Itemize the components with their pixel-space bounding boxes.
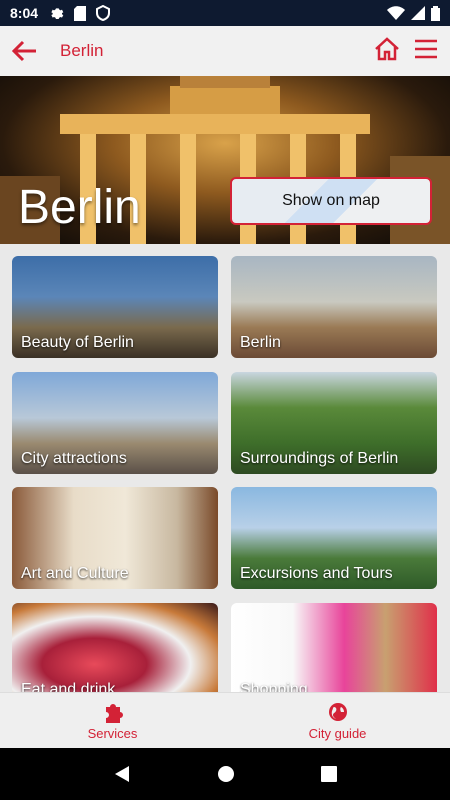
show-on-map-button[interactable]: Show on map xyxy=(230,177,432,225)
tile-label: Surroundings of Berlin xyxy=(240,450,399,467)
tile-label: Excursions and Tours xyxy=(240,565,393,582)
category-grid: Beauty of Berlin Berlin City attractions… xyxy=(12,256,438,692)
arrow-left-icon xyxy=(11,40,36,62)
tile-shopping[interactable]: Shopping xyxy=(231,603,437,692)
back-button[interactable] xyxy=(0,26,48,76)
battery-icon xyxy=(431,5,440,21)
tile-berlin[interactable]: Berlin xyxy=(231,256,437,358)
tile-label: Berlin xyxy=(240,334,281,351)
status-bar: 8:04 xyxy=(0,0,450,26)
tile-eat-and-drink[interactable]: Eat and drink xyxy=(12,603,218,692)
nav-city-guide[interactable]: City guide xyxy=(225,693,450,748)
show-on-map-label: Show on map xyxy=(282,192,380,209)
tile-beauty-of-berlin[interactable]: Beauty of Berlin xyxy=(12,256,218,358)
home-button[interactable] xyxy=(374,36,400,66)
tile-label: Shopping xyxy=(240,681,308,692)
nav-city-guide-label: City guide xyxy=(308,725,367,741)
menu-button[interactable] xyxy=(414,39,438,64)
tile-label: City attractions xyxy=(21,450,127,467)
signal-icon xyxy=(411,6,425,20)
home-icon xyxy=(375,36,399,60)
bottom-navigation: Services City guide xyxy=(0,692,450,748)
tile-surroundings-of-berlin[interactable]: Surroundings of Berlin xyxy=(231,372,437,474)
globe-icon xyxy=(328,702,347,721)
gear-icon xyxy=(51,8,64,19)
hero-city-name: Berlin xyxy=(18,181,141,234)
sd-card-icon xyxy=(74,5,87,21)
tile-label: Eat and drink xyxy=(21,681,116,692)
hero-banner: Berlin Show on map xyxy=(0,76,450,244)
shield-icon xyxy=(96,5,111,21)
home-circle-icon[interactable] xyxy=(217,765,235,783)
tile-excursions-and-tours[interactable]: Excursions and Tours xyxy=(231,487,437,589)
tile-city-attractions[interactable]: City attractions xyxy=(12,372,218,474)
system-navigation-bar xyxy=(0,748,450,800)
app-bar: Berlin xyxy=(0,26,450,76)
wifi-icon xyxy=(387,6,405,20)
tile-label: Art and Culture xyxy=(21,565,129,582)
status-time: 8:04 xyxy=(10,5,39,21)
back-triangle-icon[interactable] xyxy=(113,765,131,783)
page-title: Berlin xyxy=(60,41,104,60)
nav-services[interactable]: Services xyxy=(0,693,225,748)
recents-square-icon[interactable] xyxy=(321,766,337,782)
nav-services-label: Services xyxy=(87,725,138,741)
menu-icon xyxy=(415,39,437,58)
tile-label: Beauty of Berlin xyxy=(21,334,134,351)
puzzle-icon xyxy=(105,703,123,723)
tile-art-and-culture[interactable]: Art and Culture xyxy=(12,487,218,589)
